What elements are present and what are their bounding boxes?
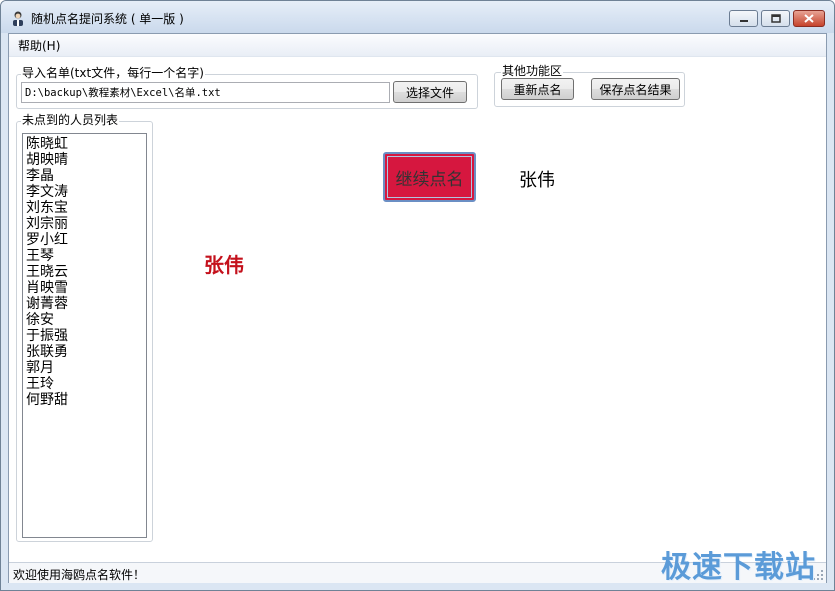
status-text: 欢迎使用海鸥点名软件！: [13, 568, 146, 582]
app-icon: [13, 11, 23, 26]
uncalled-list-label: 未点到的人员列表: [21, 113, 120, 127]
list-item[interactable]: 郭月: [26, 360, 143, 376]
maximize-icon: [770, 14, 781, 23]
minimize-button[interactable]: [729, 10, 758, 27]
maximize-button[interactable]: [761, 10, 790, 27]
list-item[interactable]: 王玲: [26, 376, 143, 392]
list-item[interactable]: 李晶: [26, 168, 143, 184]
list-item[interactable]: 肖映雪: [26, 280, 143, 296]
list-item[interactable]: 刘宗丽: [26, 216, 143, 232]
list-item[interactable]: 张联勇: [26, 344, 143, 360]
app-window: 随机点名提问系统 ( 单一版 ) 帮助(H) 导入名单(txt文件，每行一个名字…: [0, 0, 835, 591]
list-item[interactable]: 王晓云: [26, 264, 143, 280]
restart-call-button[interactable]: 重新点名: [501, 78, 574, 100]
other-functions-label: 其他功能区: [501, 64, 564, 78]
list-item[interactable]: 刘东宝: [26, 200, 143, 216]
list-item[interactable]: 李文涛: [26, 184, 143, 200]
current-name-display: 张伟: [519, 170, 555, 191]
list-item[interactable]: 王琴: [26, 248, 143, 264]
continue-call-label: 继续点名: [395, 169, 464, 190]
list-item[interactable]: 徐安: [26, 312, 143, 328]
window-title: 随机点名提问系统 ( 单一版 ): [31, 12, 184, 26]
uncalled-names-list[interactable]: 陈晓虹 胡映晴 李晶 李文涛 刘东宝 刘宗丽 罗小红 王琴 王晓云 肖映雪 谢菁蓉 徐安 于振强 张联勇郭…: [22, 133, 147, 538]
list-item[interactable]: 胡映晴: [26, 152, 143, 168]
list-item[interactable]: 于振强: [26, 328, 143, 344]
list-item[interactable]: 何野甜: [26, 392, 143, 408]
title-bar[interactable]: 随机点名提问系统 ( 单一版 ): [1, 1, 834, 33]
import-group-label: 导入名单(txt文件，每行一个名字): [21, 66, 205, 80]
save-results-button[interactable]: 保存点名结果: [591, 78, 680, 100]
list-item[interactable]: 谢菁蓉: [26, 296, 143, 312]
minimize-icon: [739, 19, 748, 22]
choose-file-button[interactable]: 选择文件: [393, 81, 467, 103]
close-button[interactable]: [793, 10, 825, 27]
continue-call-button[interactable]: 继续点名: [383, 152, 476, 202]
menu-help[interactable]: 帮助(H): [18, 37, 60, 54]
menu-bar: 帮助(H): [9, 34, 826, 57]
client-area: 帮助(H) 导入名单(txt文件，每行一个名字) D:\backup\教程素材\…: [8, 33, 827, 585]
list-item[interactable]: 罗小红: [26, 232, 143, 248]
list-item[interactable]: 陈晓虹: [26, 136, 143, 152]
called-name-highlight: 张伟: [204, 253, 244, 277]
file-path-input[interactable]: D:\backup\教程素材\Excel\名单.txt: [21, 82, 390, 103]
watermark-logo: 极速下载站: [661, 550, 816, 585]
close-icon: [804, 14, 814, 23]
